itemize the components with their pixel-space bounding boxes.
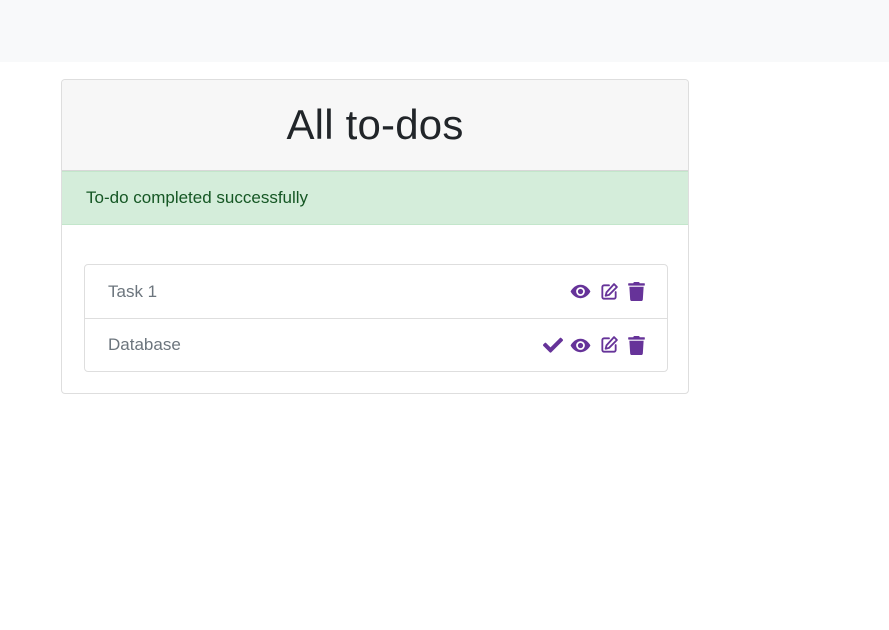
- card-header: All to-dos: [62, 80, 688, 171]
- list-item: Task 1: [85, 265, 667, 318]
- todo-title: Task 1: [108, 281, 158, 301]
- list-item: Database: [85, 318, 667, 371]
- view-icon[interactable]: [570, 281, 591, 302]
- complete-icon[interactable]: [542, 335, 563, 356]
- page-title: All to-dos: [286, 101, 464, 148]
- todo-list: Task 1 Database: [84, 264, 668, 372]
- todo-actions: [570, 281, 647, 302]
- success-alert: To-do completed successfully: [62, 171, 688, 225]
- todos-card: All to-dos To-do completed successfully …: [61, 79, 689, 394]
- todo-title: Database: [108, 335, 181, 354]
- todo-actions: [542, 335, 647, 356]
- edit-icon[interactable]: [598, 281, 619, 302]
- top-navbar: [0, 0, 889, 62]
- delete-icon[interactable]: [626, 281, 647, 302]
- delete-icon[interactable]: [626, 335, 647, 356]
- edit-icon[interactable]: [598, 335, 619, 356]
- view-icon[interactable]: [570, 335, 591, 356]
